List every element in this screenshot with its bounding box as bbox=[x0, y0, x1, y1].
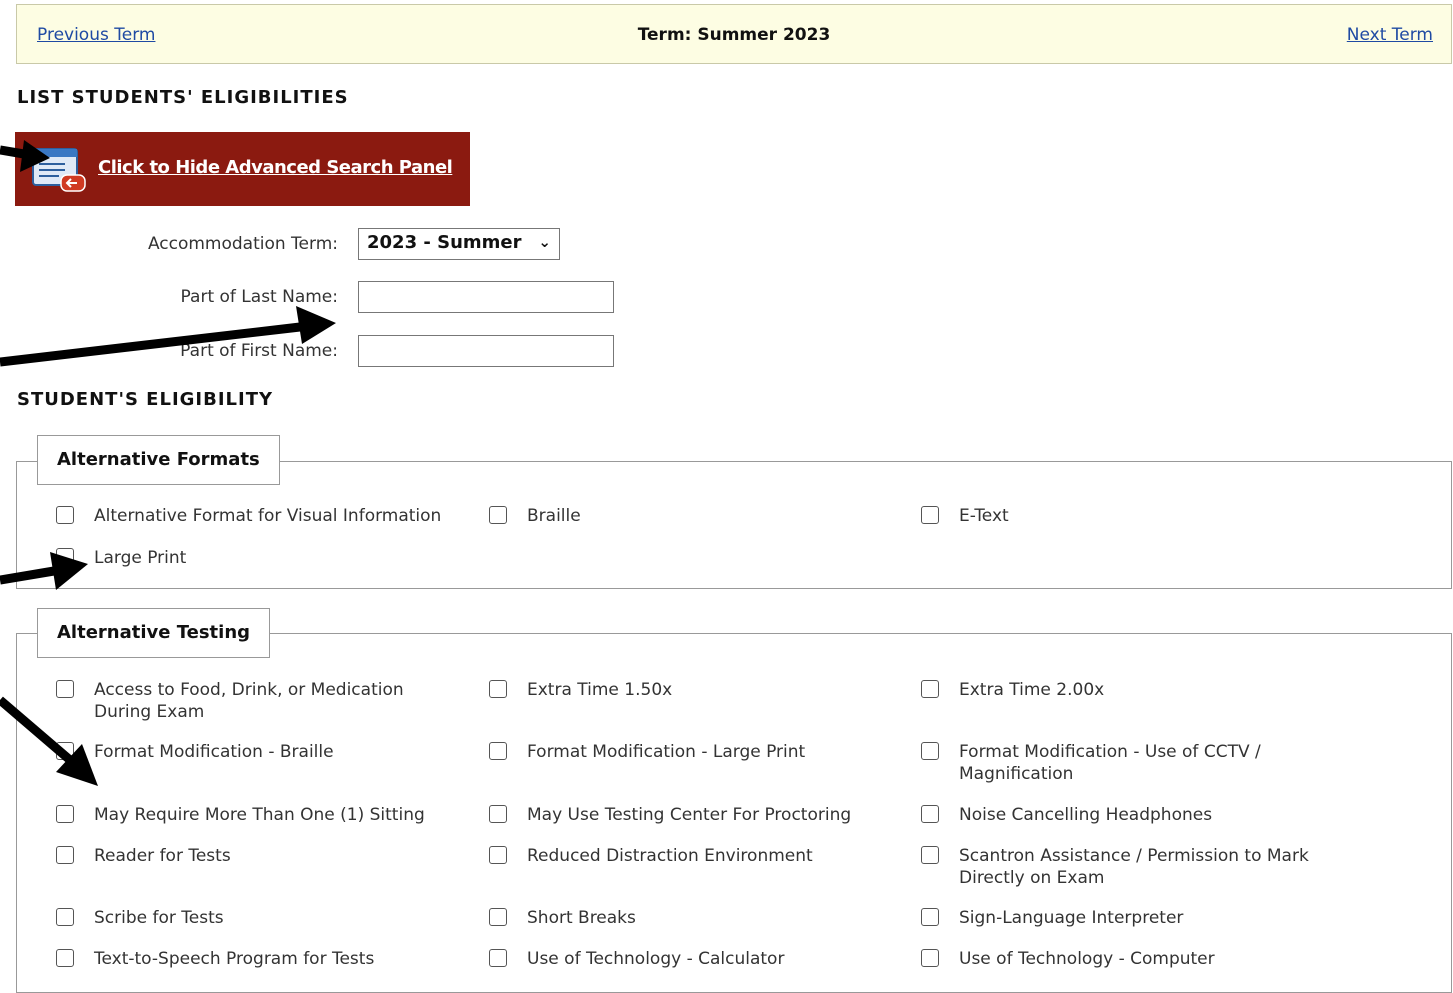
option-label: Format Modification - Large Print bbox=[527, 742, 806, 762]
option-checkbox[interactable] bbox=[489, 742, 507, 760]
option-label: Reduced Distraction Environment bbox=[527, 846, 813, 866]
last-name-label: Part of Last Name: bbox=[180, 287, 338, 307]
option-checkbox[interactable] bbox=[56, 908, 74, 926]
option-checkbox[interactable] bbox=[921, 846, 939, 864]
toggle-advanced-search-button[interactable]: Click to Hide Advanced Search Panel bbox=[15, 132, 470, 206]
option-label: Noise Cancelling Headphones bbox=[959, 805, 1213, 825]
last-name-row: Part of Last Name: bbox=[0, 281, 620, 315]
option-label: E-Text bbox=[959, 506, 1009, 526]
first-name-label: Part of First Name: bbox=[180, 341, 338, 361]
option-label: Large Print bbox=[94, 548, 187, 568]
option-checkbox[interactable] bbox=[921, 742, 939, 760]
option-label: Short Breaks bbox=[527, 908, 636, 928]
option-checkbox[interactable] bbox=[56, 506, 74, 524]
option-checkbox[interactable] bbox=[56, 846, 74, 864]
toggle-advanced-search-label: Click to Hide Advanced Search Panel bbox=[98, 157, 453, 178]
alternative-testing-legend: Alternative Testing bbox=[37, 608, 271, 658]
option-label: Use of Technology - Computer bbox=[959, 949, 1215, 969]
student-eligibility-heading: STUDENT'S ELIGIBILITY bbox=[17, 389, 274, 410]
option-label: Text-to-Speech Program for Tests bbox=[94, 949, 375, 969]
option-label: Access to Food, Drink, or Medication Duri… bbox=[94, 680, 404, 722]
option-checkbox[interactable] bbox=[921, 949, 939, 967]
last-name-input[interactable] bbox=[358, 281, 614, 313]
accommodation-term-label: Accommodation Term: bbox=[147, 234, 338, 254]
option-checkbox[interactable] bbox=[489, 908, 507, 926]
option-checkbox[interactable] bbox=[921, 908, 939, 926]
option-label: Scribe for Tests bbox=[94, 908, 224, 928]
search-panel-icon bbox=[32, 148, 86, 192]
option-checkbox[interactable] bbox=[921, 805, 939, 823]
option-label: Braille bbox=[527, 506, 581, 526]
option-label: Use of Technology - Calculator bbox=[527, 949, 785, 969]
option-label: Alternative Format for Visual Informatio… bbox=[94, 506, 442, 526]
accommodation-term-select[interactable]: 2023 - Summer ⌄ bbox=[358, 228, 560, 260]
option-checkbox[interactable] bbox=[56, 548, 74, 566]
option-label: Sign-Language Interpreter bbox=[959, 908, 1184, 928]
option-checkbox[interactable] bbox=[489, 680, 507, 698]
option-label: Extra Time 1.50x bbox=[527, 680, 673, 700]
option-checkbox[interactable] bbox=[56, 805, 74, 823]
option-checkbox[interactable] bbox=[489, 506, 507, 524]
next-term-link[interactable]: Next Term bbox=[1347, 25, 1433, 45]
option-checkbox[interactable] bbox=[489, 949, 507, 967]
option-checkbox[interactable] bbox=[56, 949, 74, 967]
option-label: May Require More Than One (1) Sitting bbox=[94, 805, 425, 825]
alternative-formats-legend: Alternative Formats bbox=[37, 435, 280, 485]
accommodation-term-value: 2023 - Summer bbox=[367, 232, 522, 253]
option-label: Scantron Assistance / Permission to Mark… bbox=[959, 846, 1309, 888]
option-checkbox[interactable] bbox=[56, 680, 74, 698]
option-label: May Use Testing Center For Proctoring bbox=[527, 805, 852, 825]
chevron-down-icon: ⌄ bbox=[538, 233, 551, 251]
option-label: Format Modification - Braille bbox=[94, 742, 334, 762]
first-name-row: Part of First Name: bbox=[0, 335, 620, 369]
first-name-input[interactable] bbox=[358, 335, 614, 367]
option-checkbox[interactable] bbox=[489, 846, 507, 864]
option-label: Reader for Tests bbox=[94, 846, 231, 866]
option-checkbox[interactable] bbox=[56, 742, 74, 760]
list-eligibilities-heading: LIST STUDENTS' ELIGIBILITIES bbox=[17, 87, 349, 108]
option-checkbox[interactable] bbox=[921, 506, 939, 524]
option-label: Extra Time 2.00x bbox=[959, 680, 1105, 700]
option-checkbox[interactable] bbox=[489, 805, 507, 823]
option-label: Format Modification - Use of CCTV / Magni… bbox=[959, 742, 1261, 784]
option-checkbox[interactable] bbox=[921, 680, 939, 698]
term-navigation-bar: Previous Term Term: Summer 2023 Next Ter… bbox=[16, 4, 1452, 64]
current-term-title: Term: Summer 2023 bbox=[637, 25, 831, 45]
accommodation-term-row: Accommodation Term: 2023 - Summer ⌄ bbox=[0, 228, 620, 262]
